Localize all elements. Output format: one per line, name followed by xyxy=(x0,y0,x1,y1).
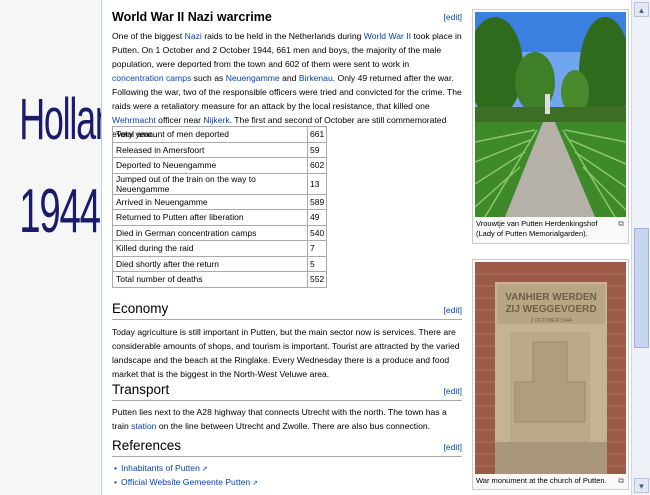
scroll-down-button[interactable]: ▼ xyxy=(634,478,649,493)
table-cell-value: 540 xyxy=(306,224,328,241)
table-cell-value: 49 xyxy=(306,209,328,226)
war-monument-caption: War monument at the church of Putten. xyxy=(476,476,607,485)
link-neuengamme[interactable]: Neuengamme xyxy=(226,73,280,83)
ww2-paragraph: One of the biggest Nazi raids to be held… xyxy=(112,31,462,139)
transport-title: Transport xyxy=(112,382,170,397)
monument-line1: VANHIER WERDEN xyxy=(505,292,596,303)
table-cell-value: 602 xyxy=(306,157,328,174)
table-cell-value: 7 xyxy=(306,240,328,257)
table-cell-label: Released in Amersfoort xyxy=(112,141,308,158)
table-row: Returned to Putten after liberation 49 xyxy=(112,209,328,226)
ww2-title: World War II Nazi warcrime xyxy=(112,10,272,24)
table-row: Died in German concentration camps 540 xyxy=(112,224,328,241)
scrollbar-thumb[interactable] xyxy=(634,228,649,348)
magnify-icon[interactable]: ⧉ xyxy=(618,476,624,486)
table-cell-label: Deported to Neuengamme xyxy=(112,157,308,174)
table-row: Jumped out of the train on the way to Ne… xyxy=(112,172,328,195)
banner-holland: Holland xyxy=(19,87,134,152)
link-concentration-camps[interactable]: concentration camps xyxy=(112,73,191,83)
table-cell-value: 5 xyxy=(306,255,328,272)
table-row: Released in Amersfoort 59 xyxy=(112,141,328,158)
table-cell-label: Jumped out of the train on the way to Ne… xyxy=(112,172,308,195)
table-cell-label: Arrived in Neuengamme xyxy=(112,193,308,210)
transport-edit-link[interactable]: [edit] xyxy=(444,386,462,396)
table-row: Total number of deaths 552 xyxy=(112,271,328,288)
table-row: Killed during the raid 7 xyxy=(112,240,328,257)
references-edit-link[interactable]: [edit] xyxy=(444,442,462,452)
link-ww2[interactable]: World War II xyxy=(364,31,411,41)
economy-edit-link[interactable]: [edit] xyxy=(444,305,462,315)
table-cell-value: 13 xyxy=(306,172,328,195)
link-station[interactable]: station xyxy=(131,421,156,431)
table-row: Arrived in Neuengamme 589 xyxy=(112,193,328,210)
link-wehrmacht[interactable]: Wehrmacht xyxy=(112,115,156,125)
table-row: Total amount of men deported 661 xyxy=(112,126,328,143)
references-list: Inhabitants of Putten ⇗ Official Website… xyxy=(114,462,258,490)
reference-item[interactable]: Inhabitants of Putten ⇗ xyxy=(114,462,258,476)
table-cell-value: 59 xyxy=(306,141,328,158)
ww2-edit-link[interactable]: [edit] xyxy=(444,12,462,22)
reference-item[interactable]: Official Website Gemeente Putten ⇗ xyxy=(114,476,258,490)
war-monument-image[interactable]: VANHIER WERDEN ZIJ WEGGEVOERD 2 OCTOBER … xyxy=(475,262,626,474)
references-title: References xyxy=(112,438,182,453)
memorial-garden-thumb: Vrouwtje van Putten Herdenkingshof (Lady… xyxy=(472,9,629,244)
article-content: World War II Nazi warcrime [edit] One of… xyxy=(101,0,632,495)
scroll-up-button[interactable]: ▲ xyxy=(634,2,649,17)
table-cell-label: Died in German concentration camps xyxy=(112,224,308,241)
table-cell-label: Killed during the raid xyxy=(112,240,308,257)
memorial-garden-caption: Vrouwtje van Putten Herdenkingshof (Lady… xyxy=(476,219,598,238)
table-cell-value: 589 xyxy=(306,193,328,210)
economy-paragraph: Today agriculture is still important in … xyxy=(112,327,460,379)
link-birkenau[interactable]: Birkenau xyxy=(299,73,333,83)
ww2-header: World War II Nazi warcrime [edit] xyxy=(112,8,462,28)
economy-title: Economy xyxy=(112,301,169,316)
monument-line2: ZIJ WEGGEVOERD xyxy=(505,304,596,315)
banner-year: 1944 xyxy=(19,177,101,246)
link-nijkerk[interactable]: Nijkerk xyxy=(203,115,229,125)
transport-paragraph: Putten lies next to the A28 highway that… xyxy=(112,407,447,431)
table-cell-label: Returned to Putten after liberation xyxy=(112,209,308,226)
table-row: Deported to Neuengamme 602 xyxy=(112,157,328,174)
war-monument-thumb: VANHIER WERDEN ZIJ WEGGEVOERD 2 OCTOBER … xyxy=(472,259,629,490)
table-row: Died shortly after the return 5 xyxy=(112,255,328,272)
vertical-scrollbar[interactable]: ▲ ▼ xyxy=(631,0,650,495)
left-banner: Holland 1944 xyxy=(0,0,134,495)
references-header: References [edit] xyxy=(112,437,462,457)
transport-header: Transport [edit] xyxy=(112,381,462,401)
memorial-garden-image[interactable] xyxy=(475,12,626,217)
table-cell-label: Died shortly after the return xyxy=(112,255,308,272)
table-cell-label: Total amount of men deported xyxy=(112,126,308,143)
monument-line3: 2 OCTOBER 1944 xyxy=(530,318,572,324)
economy-header: Economy [edit] xyxy=(112,300,462,320)
table-cell-value: 552 xyxy=(306,271,328,288)
table-cell-label: Total number of deaths xyxy=(112,271,308,288)
magnify-icon[interactable]: ⧉ xyxy=(618,219,624,229)
table-cell-value: 661 xyxy=(306,126,328,143)
link-nazi[interactable]: Nazi xyxy=(185,31,202,41)
deportation-table: Total amount of men deported 661 Released … xyxy=(112,126,328,288)
